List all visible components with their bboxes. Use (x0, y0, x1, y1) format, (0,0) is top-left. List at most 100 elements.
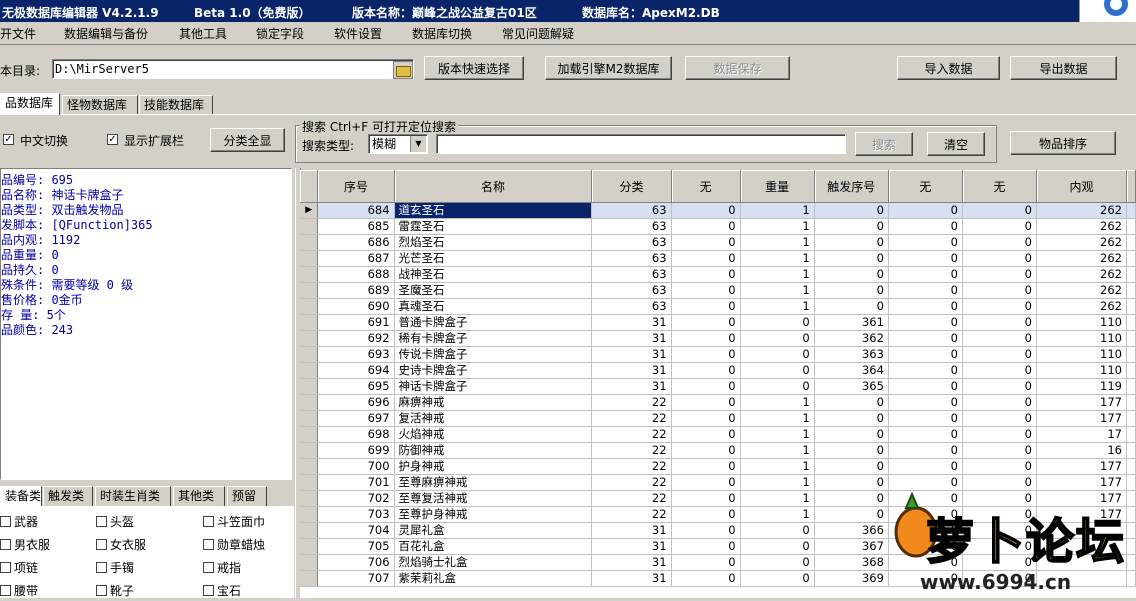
table-cell[interactable]: 0 (962, 202, 1037, 219)
table-cell[interactable]: 0 (671, 522, 741, 539)
table-cell[interactable]: 693 (317, 346, 395, 363)
column-header[interactable]: 序号 (317, 170, 395, 203)
chinese-toggle-checkbox[interactable]: ✓ (3, 134, 14, 145)
table-cell[interactable]: 0 (888, 202, 963, 219)
table-row[interactable]: 687 光芒圣石 63 0 1 0 0 0 262 (300, 250, 1136, 267)
category-checkbox[interactable] (96, 539, 107, 550)
table-cell[interactable]: 22 (591, 410, 672, 427)
table-cell[interactable]: 687 (317, 250, 395, 267)
tab-equipment[interactable]: 装备类 (0, 486, 42, 506)
column-header[interactable]: 无 (962, 170, 1037, 203)
table-cell[interactable]: 0 (671, 362, 741, 379)
version-select-button[interactable]: 版本快速选择 (424, 56, 524, 80)
table-cell[interactable]: 361 (814, 314, 889, 331)
save-data-button[interactable]: 数据保存 (685, 56, 790, 80)
table-cell[interactable]: 705 (317, 538, 395, 555)
table-cell[interactable]: 0 (740, 522, 815, 539)
table-cell[interactable]: 262 (1036, 250, 1128, 267)
table-cell[interactable]: 1 (740, 298, 815, 315)
table-cell[interactable]: 31 (591, 378, 672, 395)
table-cell[interactable]: 0 (962, 378, 1037, 395)
export-data-button[interactable]: 导出数据 (1010, 56, 1117, 80)
table-cell[interactable]: 0 (962, 314, 1037, 331)
table-cell[interactable]: 0 (962, 426, 1037, 443)
table-cell[interactable]: 110 (1036, 330, 1128, 347)
table-cell[interactable]: 1 (740, 250, 815, 267)
row-indicator[interactable] (300, 410, 319, 427)
table-cell[interactable]: 262 (1036, 298, 1128, 315)
table-cell[interactable]: 177 (1036, 458, 1128, 475)
table-cell[interactable]: 177 (1036, 410, 1128, 427)
table-row[interactable]: 688 战神圣石 63 0 1 0 0 0 262 (300, 266, 1136, 283)
table-cell[interactable]: 道玄圣石 (394, 202, 593, 219)
table-cell[interactable]: 0 (888, 458, 963, 475)
table-cell[interactable]: 0 (814, 426, 889, 443)
table-cell[interactable]: 0 (671, 458, 741, 475)
row-indicator[interactable] (300, 426, 319, 443)
table-cell[interactable]: 0 (671, 490, 741, 507)
table-cell[interactable]: 0 (671, 266, 741, 283)
table-cell[interactable]: 普通卡牌盒子 (394, 314, 593, 331)
table-row[interactable]: 694 史诗卡牌盒子 31 0 0 364 0 0 110 (300, 362, 1136, 379)
row-indicator[interactable] (300, 394, 319, 411)
table-cell[interactable]: 262 (1036, 202, 1128, 219)
table-cell[interactable]: 0 (671, 282, 741, 299)
table-cell[interactable]: 31 (591, 314, 672, 331)
table-cell[interactable]: 真魂圣石 (394, 298, 593, 315)
menu-lock-fields[interactable]: 锁定字段 (256, 25, 304, 42)
table-cell[interactable]: 697 (317, 410, 395, 427)
search-button[interactable]: 搜索 (855, 132, 913, 156)
table-cell[interactable]: 0 (814, 442, 889, 459)
category-checkbox[interactable] (203, 516, 214, 527)
table-cell[interactable]: 至尊护身神戒 (394, 506, 593, 523)
table-cell[interactable]: 366 (814, 522, 889, 539)
column-header[interactable]: 内观 (1036, 170, 1128, 203)
table-cell[interactable]: 0 (671, 314, 741, 331)
table-cell[interactable]: 0 (814, 458, 889, 475)
table-cell[interactable]: 31 (591, 522, 672, 539)
table-cell[interactable]: 0 (740, 330, 815, 347)
table-cell[interactable]: 110 (1036, 362, 1128, 379)
table-cell[interactable]: 368 (814, 554, 889, 571)
table-cell[interactable]: 701 (317, 474, 395, 491)
table-cell[interactable]: 防御神戒 (394, 442, 593, 459)
table-cell[interactable]: 0 (888, 442, 963, 459)
table-cell[interactable]: 0 (814, 202, 889, 219)
table-cell[interactable]: 灵犀礼盒 (394, 522, 593, 539)
table-cell[interactable]: 689 (317, 282, 395, 299)
table-cell[interactable]: 1 (740, 490, 815, 507)
table-cell[interactable]: 0 (814, 266, 889, 283)
table-cell[interactable]: 22 (591, 490, 672, 507)
category-checkbox[interactable] (0, 516, 11, 527)
table-cell[interactable]: 0 (671, 250, 741, 267)
table-cell[interactable]: 22 (591, 426, 672, 443)
tab-monster-db[interactable]: 怪物数据库 (62, 95, 138, 115)
table-cell[interactable]: 0 (671, 426, 741, 443)
table-cell[interactable]: 0 (671, 378, 741, 395)
table-row[interactable]: 700 护身神戒 22 0 1 0 0 0 177 (300, 458, 1136, 475)
table-row[interactable]: 696 麻痹神戒 22 0 1 0 0 0 177 (300, 394, 1136, 411)
table-cell[interactable]: 363 (814, 346, 889, 363)
table-cell[interactable]: 17 (1036, 426, 1128, 443)
table-cell[interactable]: 烈焰骑士礼盒 (394, 554, 593, 571)
table-cell[interactable]: 364 (814, 362, 889, 379)
table-cell[interactable]: 0 (740, 314, 815, 331)
row-indicator[interactable] (300, 314, 319, 331)
table-cell[interactable]: 0 (671, 410, 741, 427)
table-cell[interactable]: 695 (317, 378, 395, 395)
table-cell[interactable]: 0 (671, 330, 741, 347)
row-indicator[interactable] (300, 442, 319, 459)
table-cell[interactable]: 0 (671, 346, 741, 363)
table-cell[interactable]: 0 (671, 474, 741, 491)
table-cell[interactable]: 0 (888, 282, 963, 299)
row-indicator[interactable] (300, 458, 319, 475)
search-input[interactable] (436, 134, 846, 154)
table-cell[interactable]: 22 (591, 506, 672, 523)
tab-fashion-zodiac[interactable]: 时装生肖类 (95, 486, 171, 506)
table-cell[interactable]: 22 (591, 474, 672, 491)
table-cell[interactable]: 63 (591, 282, 672, 299)
table-cell[interactable]: 694 (317, 362, 395, 379)
table-cell[interactable]: 0 (814, 234, 889, 251)
row-indicator[interactable] (300, 250, 319, 267)
category-checkbox[interactable] (203, 562, 214, 573)
